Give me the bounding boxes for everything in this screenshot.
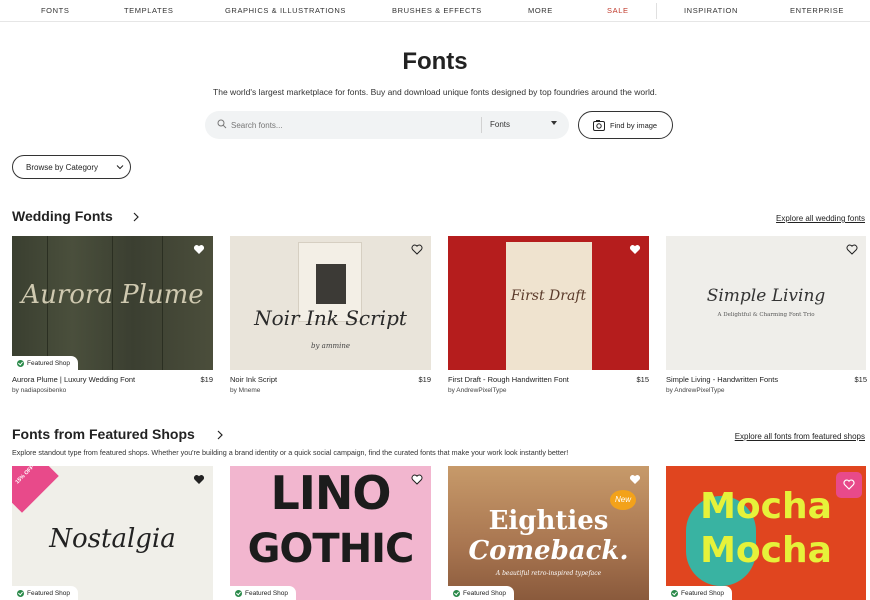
check-badge-icon (235, 589, 242, 597)
font-thumbnail[interactable]: 15% OFF Nostalgia Featured Shop (12, 466, 213, 600)
thumbnail-art-text: Comeback. (468, 536, 629, 566)
nav-templates[interactable]: TEMPLATES (124, 6, 173, 15)
font-name[interactable]: Simple Living - Handwritten Fonts (666, 375, 778, 384)
caret-down-icon[interactable] (551, 121, 557, 125)
find-by-image-label: Find by image (610, 121, 658, 130)
featured-shop-badge: Featured Shop (12, 356, 79, 370)
thumbnail-art-subtext: by ammine (311, 342, 350, 350)
heart-icon[interactable] (193, 244, 205, 255)
check-badge-icon (17, 359, 24, 367)
font-price: $19 (418, 375, 431, 384)
chevron-down-icon (116, 165, 124, 170)
font-name[interactable]: First Draft - Rough Handwritten Font (448, 375, 569, 384)
page-subtitle: The world's largest marketplace for font… (213, 87, 657, 97)
featured-section-title[interactable]: Fonts from Featured Shops (12, 426, 195, 442)
font-thumbnail[interactable]: LINO GOTHIC Featured Shop (230, 466, 431, 600)
nav-divider (656, 3, 657, 19)
font-thumbnail[interactable]: First Draft (448, 236, 649, 370)
thumbnail-art-text: First Draft (510, 288, 587, 304)
check-badge-icon (671, 589, 678, 597)
font-price: $15 (636, 375, 649, 384)
thumbnail-art-text: Simple Living (706, 286, 826, 306)
font-author[interactable]: by AndrewPixelType (448, 387, 507, 394)
search-icon (217, 119, 227, 129)
heart-icon[interactable] (843, 479, 855, 490)
find-by-image-button[interactable]: Find by image (578, 111, 673, 139)
nav-fonts[interactable]: FONTS (41, 6, 69, 15)
check-badge-icon (453, 589, 460, 597)
wedding-section-title[interactable]: Wedding Fonts (12, 208, 113, 224)
explore-featured-shops-link[interactable]: Explore all fonts from featured shops (735, 432, 865, 441)
font-author[interactable]: by nadiaposibenko (12, 387, 66, 394)
explore-wedding-fonts-link[interactable]: Explore all wedding fonts (776, 214, 865, 223)
featured-shop-badge: Featured Shop (448, 586, 515, 600)
font-thumbnail[interactable]: New Eighties Comeback. A beautiful retro… (448, 466, 649, 600)
font-name[interactable]: Noir Ink Script (230, 375, 277, 384)
nav-more[interactable]: MORE (528, 6, 553, 15)
image-search-icon (593, 120, 605, 131)
font-author[interactable]: by Mneme (230, 387, 260, 394)
font-thumbnail[interactable]: Mocha Mocha Featured Shop (666, 466, 866, 600)
featured-shop-badge: Featured Shop (666, 586, 733, 600)
font-thumbnail[interactable]: Noir Ink Script by ammine (230, 236, 431, 370)
heart-icon[interactable] (629, 244, 641, 255)
check-badge-icon (17, 589, 24, 597)
thumbnail-art-subtext: A beautiful retro-inspired typeface (495, 570, 602, 577)
thumbnail-art-text: GOTHIC (247, 526, 415, 572)
font-thumbnail[interactable]: Aurora Plume Featured Shop (12, 236, 213, 370)
search-input[interactable] (231, 117, 471, 133)
browse-by-category-label: Browse by Category (26, 163, 99, 172)
heart-outline-icon[interactable] (846, 244, 858, 255)
font-name[interactable]: Aurora Plume | Luxury Wedding Font (12, 375, 135, 384)
page-title: Fonts (402, 48, 468, 75)
thumbnail-art-text: Eighties (488, 506, 609, 536)
thumbnail-art-text: Noir Ink Script (254, 306, 407, 330)
font-price: $15 (854, 375, 867, 384)
thumbnail-art-text: Nostalgia (49, 524, 176, 554)
search-category-select[interactable]: Fonts (490, 120, 510, 129)
top-navigation: FONTS TEMPLATES GRAPHICS & ILLUSTRATIONS… (0, 0, 870, 22)
heart-outline-icon[interactable] (411, 244, 423, 255)
thumbnail-art-subtext: A Delightful & Charming Font Trio (717, 312, 815, 318)
chevron-right-icon[interactable] (132, 212, 140, 222)
thumbnail-art-text: Aurora Plume (21, 280, 204, 310)
thumbnail-art-text: LINO (270, 466, 391, 520)
nav-inspiration[interactable]: INSPIRATION (684, 6, 738, 15)
nav-graphics-illustrations[interactable]: GRAPHICS & ILLUSTRATIONS (225, 6, 346, 15)
nav-sale[interactable]: SALE (607, 6, 629, 15)
chevron-right-icon[interactable] (216, 430, 224, 440)
search-bar: Fonts (205, 111, 569, 139)
featured-shop-badge: Featured Shop (12, 586, 79, 600)
heart-icon[interactable] (193, 474, 205, 485)
heart-icon[interactable] (629, 474, 641, 485)
font-thumbnail[interactable]: Simple Living A Delightful & Charming Fo… (666, 236, 866, 370)
nav-brushes-effects[interactable]: BRUSHES & EFFECTS (392, 6, 482, 15)
font-author[interactable]: by AndrewPixelType (666, 387, 725, 394)
featured-section-description: Explore standout type from featured shop… (12, 448, 569, 457)
font-price: $19 (200, 375, 213, 384)
thumbnail-art-text: Mocha (700, 530, 832, 571)
nav-enterprise[interactable]: ENTERPRISE (790, 6, 844, 15)
featured-shop-badge: Featured Shop (230, 586, 297, 600)
heart-outline-icon[interactable] (411, 474, 423, 485)
search-divider (481, 117, 482, 133)
browse-by-category-button[interactable]: Browse by Category (12, 155, 131, 179)
